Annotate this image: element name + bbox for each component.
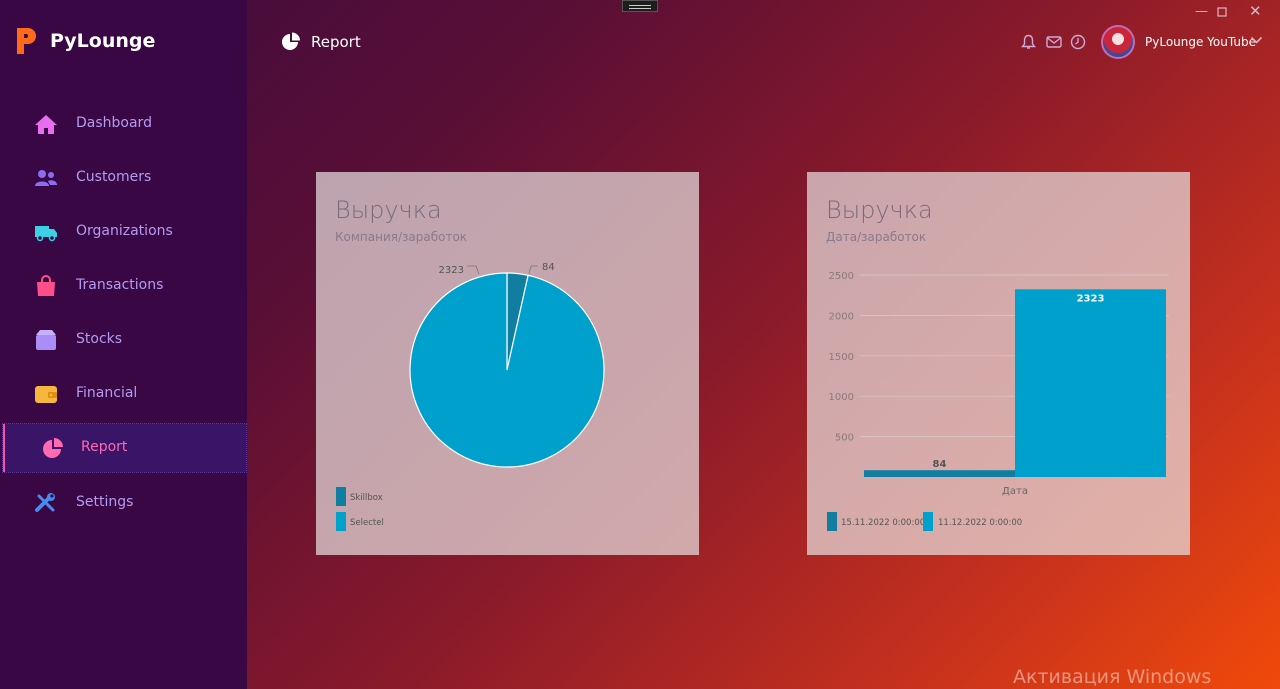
legend-swatch [336, 487, 346, 506]
sidebar-item-label: Report [81, 439, 128, 455]
box-icon [36, 330, 56, 350]
app-window: — ✕ PyLounge Dashboard Customers Organiz… [0, 0, 1280, 689]
page-title: Report [311, 33, 361, 51]
chevron-down-icon[interactable] [1250, 35, 1263, 45]
sidebar-item-customers[interactable]: Customers [0, 154, 247, 202]
mail-icon[interactable] [1046, 36, 1062, 48]
pie-chart-icon [43, 438, 63, 458]
x-axis-label: Дата [1002, 486, 1028, 497]
tools-icon [35, 493, 55, 512]
data-label: 2323 [439, 265, 464, 276]
bar [864, 470, 1015, 477]
clock-icon[interactable] [1070, 34, 1086, 50]
sidebar-item-stocks[interactable]: Stocks [0, 316, 247, 364]
avatar[interactable] [1101, 25, 1135, 59]
sidebar-item-label: Organizations [76, 223, 173, 239]
sidebar-item-label: Transactions [76, 277, 164, 293]
y-tick-label: 1500 [829, 352, 854, 363]
sidebar-item-label: Stocks [76, 331, 123, 347]
leader-line [467, 265, 480, 275]
pie-slice [409, 272, 605, 468]
windows-activation-watermark: Активация Windows [1013, 666, 1212, 688]
legend-swatch [827, 512, 837, 531]
sidebar-item-report[interactable]: Report [2, 423, 247, 473]
sidebar-item-label: Settings [76, 494, 134, 510]
bar-chart: 500 1000 1500 2000 2500 84 2323 Дата [829, 271, 1169, 497]
legend-swatch [336, 512, 346, 531]
legend-swatch [923, 512, 933, 531]
minimize-icon[interactable]: — [1195, 4, 1208, 19]
data-label: 84 [933, 459, 947, 470]
legend-label: Selectel [350, 518, 384, 528]
sidebar-item-settings[interactable]: Settings [0, 479, 247, 527]
sidebar-item-organizations[interactable]: Organizations [0, 208, 247, 256]
y-tick-label: 2000 [829, 311, 854, 322]
y-tick-label: 500 [835, 433, 854, 444]
brand: PyLounge [14, 26, 155, 56]
sidebar-item-label: Dashboard [76, 115, 152, 131]
wallet-icon [35, 386, 57, 403]
data-label: 2323 [1077, 293, 1105, 304]
bar [1015, 289, 1166, 477]
users-icon [35, 170, 57, 186]
sidebar-item-label: Customers [76, 169, 152, 185]
legend-label: Skillbox [350, 493, 383, 503]
sidebar: PyLounge Dashboard Customers Organizatio… [0, 0, 247, 689]
logo-icon [17, 28, 36, 54]
pie-chart-icon [282, 32, 300, 50]
home-icon [35, 115, 57, 134]
data-label: 84 [542, 262, 555, 273]
maximize-icon[interactable] [1217, 6, 1227, 21]
brand-name: PyLounge [50, 30, 156, 52]
sidebar-item-financial[interactable]: Financial [0, 370, 247, 418]
pie-chart-card: Выручка Компания/заработок 84 2323 Skillb… [316, 172, 699, 555]
leader-line [528, 265, 538, 275]
sidebar-item-label: Financial [76, 385, 138, 401]
close-icon[interactable]: ✕ [1249, 2, 1262, 20]
legend-label: 11.12.2022 0:00:00 [938, 518, 1023, 528]
sidebar-item-dashboard[interactable]: Dashboard [0, 100, 247, 148]
user-name[interactable]: PyLounge YouTube [1145, 35, 1256, 49]
shopping-bag-icon [37, 275, 55, 296]
window-drag-handle[interactable] [622, 0, 658, 12]
legend-label: 15.11.2022 0:00:00 [841, 518, 926, 528]
bell-icon[interactable] [1021, 34, 1036, 50]
sidebar-item-transactions[interactable]: Transactions [0, 262, 247, 310]
y-tick-label: 2500 [829, 271, 854, 282]
bar-chart-card: Выручка Дата/заработок 500 1000 1500 2000 25… [807, 172, 1190, 555]
y-tick-label: 1000 [829, 392, 854, 403]
truck-icon [35, 226, 57, 242]
